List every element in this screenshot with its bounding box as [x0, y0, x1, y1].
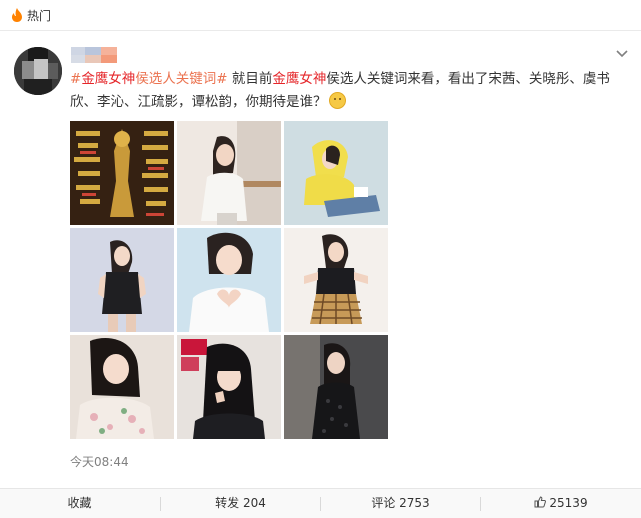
hashtag-link[interactable]: 侯选人关键词#	[135, 71, 227, 87]
fire-icon	[12, 8, 22, 22]
repost-button[interactable]: 转发 204	[161, 489, 320, 518]
comment-button[interactable]: 评论 2753	[321, 489, 480, 518]
top-bar: 热门	[0, 0, 641, 31]
post-text: #金鹰女神侯选人关键词# 就目前金鹰女神侯选人关键词来看，看出了宋茜、关晓彤、虞…	[70, 68, 618, 114]
photo-5[interactable]	[284, 228, 388, 332]
favorite-button[interactable]: 收藏	[0, 489, 159, 518]
photo-8[interactable]	[284, 335, 388, 439]
hashtag-link[interactable]: #	[70, 71, 81, 87]
like-count: 25139	[549, 496, 588, 510]
action-bar: 收藏 转发 204 评论 2753 25139	[0, 488, 641, 518]
keyword-highlight[interactable]: 金鹰女神	[81, 71, 135, 87]
username-blurred[interactable]	[71, 47, 117, 63]
chevron-down-icon[interactable]	[616, 50, 628, 58]
avatar[interactable]	[14, 47, 62, 95]
photo-3[interactable]	[70, 228, 174, 332]
photo-keyword-collage[interactable]	[70, 121, 174, 225]
post-timestamp[interactable]: 今天08:44	[70, 453, 129, 470]
photo-grid	[70, 121, 389, 441]
photo-4[interactable]	[177, 228, 281, 332]
post-text-segment: 就目前	[227, 71, 273, 87]
photo-6[interactable]	[70, 335, 174, 439]
smile-emoji-icon	[328, 92, 346, 109]
photo-7[interactable]	[177, 335, 281, 439]
keyword-highlight[interactable]: 金鹰女神	[272, 71, 326, 87]
photo-2[interactable]	[284, 121, 388, 225]
like-button[interactable]: 25139	[481, 489, 641, 518]
thumbs-up-icon	[534, 496, 547, 508]
hot-tab-label[interactable]: 热门	[27, 7, 51, 24]
photo-1[interactable]	[177, 121, 281, 225]
